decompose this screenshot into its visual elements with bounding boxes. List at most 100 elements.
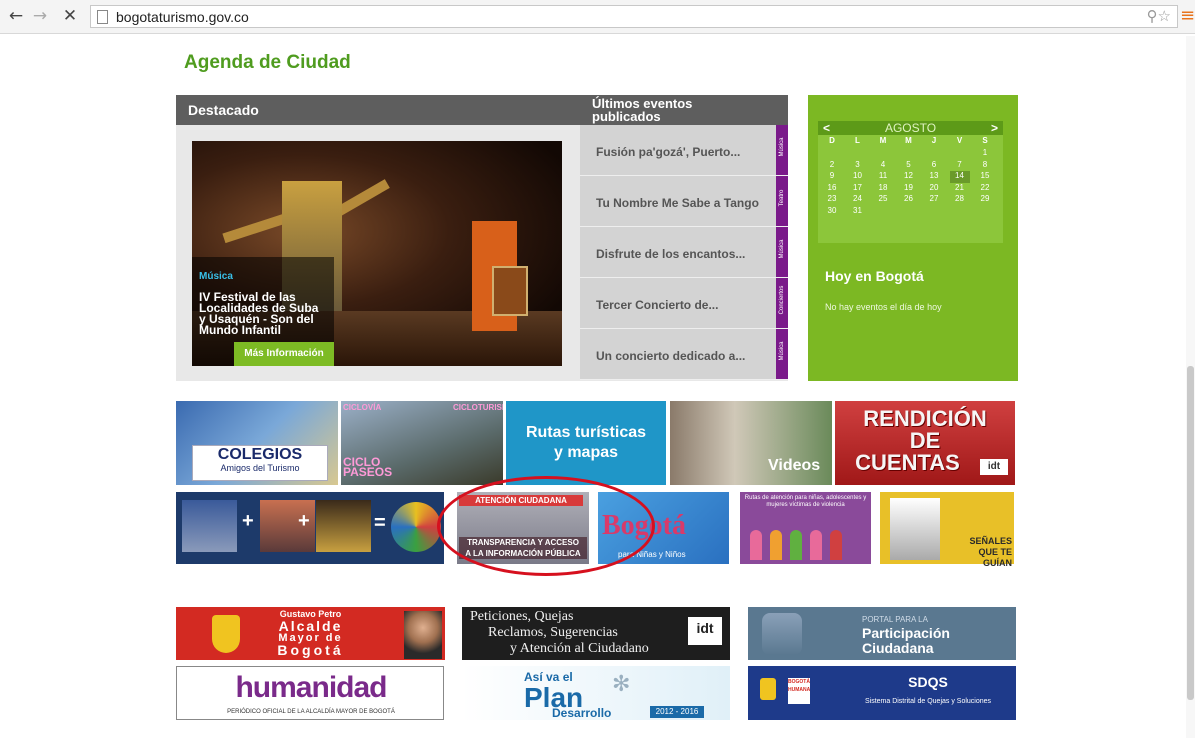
colegios-tile[interactable]: COLEGIOS Amigos del Turismo	[176, 401, 338, 485]
next-month-icon[interactable]: >	[991, 121, 998, 135]
calendar-day[interactable]: 8	[975, 160, 995, 172]
more-info-button[interactable]: Más Información	[234, 342, 334, 366]
calendar-day[interactable]: 11	[873, 171, 893, 183]
calendar-day[interactable]: 5	[899, 160, 919, 172]
calendar-day[interactable]: 24	[848, 194, 868, 206]
back-arrow-icon[interactable]: ←	[6, 6, 26, 26]
category-tag-label: Teatro	[779, 189, 785, 207]
weekday-header: S	[982, 136, 988, 145]
list-item[interactable]: Disfrute de los encantos... Música	[580, 227, 788, 278]
calendar-day[interactable]: 12	[899, 171, 919, 183]
colegios-sub: Amigos del Turismo	[220, 463, 300, 473]
list-item[interactable]: Un concierto dedicado a... Música	[580, 329, 788, 380]
sdqs-title: SDQS	[908, 674, 948, 690]
senales-text: SEÑALES QUE TE GUÍAN	[948, 536, 1012, 569]
calendar-day[interactable]: 13	[924, 171, 944, 183]
portal-participacion-banner[interactable]: PORTAL PARA LA Participación Ciudadana	[748, 607, 1016, 660]
calendar-day[interactable]: 4	[873, 160, 893, 172]
calendar-day[interactable]: 17	[848, 183, 868, 195]
calendar-day[interactable]: 7	[950, 160, 970, 172]
featured-event-title[interactable]: IV Festival de las Localidades de Suba y…	[199, 291, 319, 336]
calendar-day[interactable]: 1	[975, 148, 995, 160]
calendar-day[interactable]: 21	[950, 183, 970, 195]
weekday-header: L	[855, 136, 860, 145]
senales-image	[890, 498, 940, 560]
alcalde-banner[interactable]: Gustavo Petro Alcalde Mayor de Bogotá	[176, 607, 445, 660]
humanidad-banner[interactable]: humanidad PERIÓDICO OFICIAL DE LA ALCALD…	[176, 666, 444, 720]
calendar-day[interactable]: 25	[873, 194, 893, 206]
weekday-header: D	[829, 136, 835, 145]
list-item[interactable]: Tu Nombre Me Sabe a Tango Teatro	[580, 176, 788, 227]
sdqs-sub: Sistema Distrital de Quejas y Soluciones	[864, 698, 992, 705]
calendar-day[interactable]: 2	[822, 160, 842, 172]
category-tag: Música	[776, 227, 788, 277]
greater-bogota-tile[interactable]: + + =	[176, 492, 444, 564]
calendar-day[interactable]: 3	[848, 160, 868, 172]
event-title[interactable]: Tercer Concierto de...	[596, 298, 718, 312]
category-tag: Música	[776, 125, 788, 175]
calendar-day[interactable]: 18	[873, 183, 893, 195]
calendar-day[interactable]: 20	[924, 183, 944, 195]
weekday-header: V	[956, 136, 963, 145]
event-category: Música	[199, 271, 233, 282]
featured-photo[interactable]: Música IV Festival de las Localidades de…	[192, 141, 562, 366]
humanidad-logo: humanidad	[235, 671, 387, 704]
rutas-tile[interactable]: Rutas turísticas y mapas	[506, 401, 666, 485]
forward-arrow-icon[interactable]: →	[30, 6, 50, 26]
calendar-day[interactable]: 6	[924, 160, 944, 172]
rutas-atencion-tile[interactable]: Rutas de atención para niñas, adolescent…	[740, 492, 871, 564]
mayor-photo	[404, 611, 442, 659]
list-item[interactable]: Fusión pa'gozá', Puerto... Música	[580, 125, 788, 176]
annotation-circle	[437, 476, 655, 576]
calendar-day[interactable]: 9	[822, 171, 842, 183]
rendicion-cuentas-tile[interactable]: RENDICIÓN DE CUENTAS idt	[835, 401, 1015, 485]
pqrs-line1: Peticiones, Quejas	[470, 609, 574, 624]
calendar-day[interactable]: 28	[950, 194, 970, 206]
event-title[interactable]: Tu Nombre Me Sabe a Tango	[596, 196, 759, 210]
menu-icon[interactable]: ≡	[1180, 6, 1195, 26]
prev-month-icon[interactable]: <	[823, 121, 830, 135]
calendar-day[interactable]: 29	[975, 194, 995, 206]
category-tag-label: Música	[779, 341, 785, 361]
photo-drum	[492, 266, 528, 316]
calendar-day[interactable]: 14	[949, 171, 970, 183]
cicloturismo-label: CICLOTURISMO	[453, 403, 503, 412]
calendar-day[interactable]: 26	[899, 194, 919, 206]
senales-tile[interactable]: SEÑALES QUE TE GUÍAN	[880, 492, 1014, 568]
plan-line3: Desarrollo	[552, 706, 612, 720]
plan-desarrollo-banner[interactable]: Así va el Plan Desarrollo 2012 - 2016 ✻	[462, 666, 730, 720]
calendar-day[interactable]: 27	[924, 194, 944, 206]
rutas-atencion-text: Rutas de atención para niñas, adolescent…	[744, 495, 867, 508]
ciclovia-tile[interactable]: CICLOVÍA CICLOTURISMO CICLO PASEOS	[341, 401, 503, 485]
calendar-day[interactable]: 15	[975, 171, 995, 183]
sdqs-banner[interactable]: BOGOTÁ HUMANA SDQS Sistema Distrital de …	[748, 666, 1016, 720]
calendar-day[interactable]: 16	[822, 183, 842, 195]
figure-icon	[810, 530, 822, 560]
address-bar[interactable]: bogotaturismo.gov.co ⚲☆	[90, 5, 1178, 28]
figure-icon	[790, 530, 802, 560]
event-title[interactable]: Disfrute de los encantos...	[596, 247, 745, 261]
zoom-bookmark-icon[interactable]: ⚲☆	[1147, 7, 1171, 25]
pqrs-banner[interactable]: Peticiones, Quejas Reclamos, Sugerencias…	[462, 607, 730, 660]
videos-tile[interactable]: Videos	[670, 401, 832, 485]
pqrs-line2: Reclamos, Sugerencias	[488, 625, 618, 640]
scrollbar-thumb[interactable]	[1187, 366, 1194, 700]
event-title[interactable]: Un concierto dedicado a...	[596, 349, 745, 363]
calendar-header: < AGOSTO >	[818, 121, 1003, 135]
calendar-day[interactable]: 31	[848, 206, 868, 218]
featured-header: Destacado Últimos eventos publicados	[176, 95, 788, 125]
calendar-day[interactable]: 19	[899, 183, 919, 195]
bogota-shield-icon	[760, 678, 776, 700]
calendar-day[interactable]: 10	[848, 171, 868, 183]
calendar-day[interactable]: 22	[975, 183, 995, 195]
greater-image-3	[316, 500, 371, 552]
calendar-day[interactable]: 23	[822, 194, 842, 206]
portal-line3: Ciudadana	[862, 640, 934, 656]
stop-icon[interactable]: ✕	[60, 6, 80, 26]
scrollbar[interactable]	[1186, 36, 1195, 738]
list-item[interactable]: Tercer Concierto de... Conciertos	[580, 278, 788, 329]
event-title[interactable]: Fusión pa'gozá', Puerto...	[596, 145, 740, 159]
page-icon	[97, 10, 108, 24]
category-tag-label: Música	[779, 239, 785, 259]
calendar-day[interactable]: 30	[822, 206, 842, 218]
